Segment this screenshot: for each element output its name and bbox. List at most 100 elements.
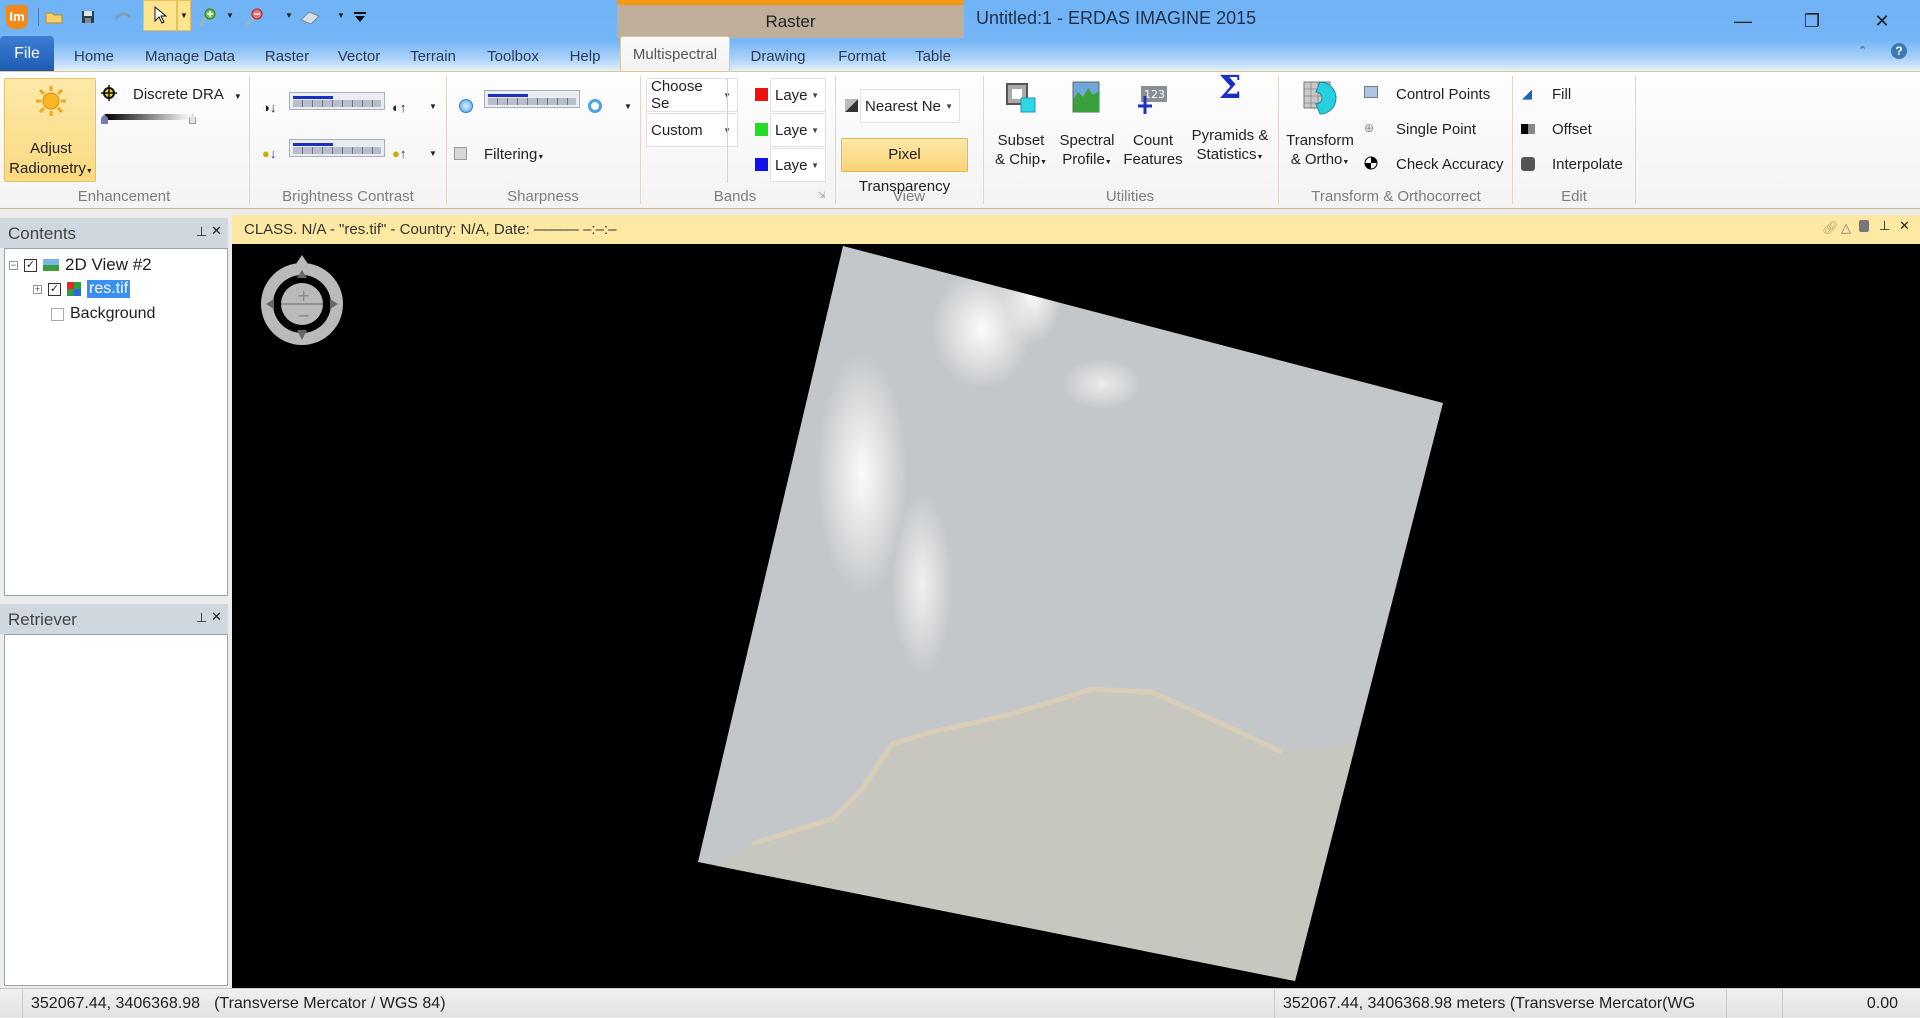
control-points-button[interactable]: Control Points bbox=[1396, 86, 1490, 103]
count-features-button[interactable]: 123 Count Features bbox=[1122, 78, 1184, 188]
pin-icon[interactable]: ⊥ bbox=[1879, 218, 1890, 234]
interpolate-icon bbox=[1521, 157, 1535, 171]
pixel-transparency-button[interactable]: Pixel Transparency bbox=[841, 138, 968, 195]
close-viewer-icon[interactable]: ✕ bbox=[1899, 218, 1910, 234]
tab-multispectral[interactable]: Multispectral bbox=[620, 36, 730, 72]
subset-chip-button[interactable]: Subset & Chip▼ bbox=[990, 78, 1052, 188]
contrast-increase-icon[interactable]: ◐↑ bbox=[392, 100, 406, 115]
cursor-coordinates: 352067.44, 3406368.98 bbox=[31, 994, 201, 1012]
group-label-utilities: Utilities bbox=[1105, 188, 1155, 205]
close-button[interactable]: ✕ bbox=[1860, 6, 1904, 36]
open-folder-icon[interactable] bbox=[42, 4, 66, 30]
single-point-button[interactable]: Single Point bbox=[1396, 121, 1476, 138]
tab-toolbox[interactable]: Toolbox bbox=[478, 40, 548, 72]
sensor-select-dropdown[interactable]: Choose Se▼ bbox=[646, 78, 738, 112]
expand-icon[interactable]: + bbox=[33, 284, 42, 294]
select-dropdown-icon[interactable]: ▼ bbox=[177, 0, 191, 31]
dra-mode-dropdown[interactable]: Discrete DRA ▼ bbox=[133, 86, 242, 103]
pin-icon[interactable]: ⊥ bbox=[196, 224, 207, 240]
pan-up-icon[interactable] bbox=[296, 255, 308, 264]
link-icon[interactable]: 🔗︎ bbox=[1822, 220, 1839, 236]
viewer-classification-text: CLASS. N/A - "res.tif" - Country: N/A, D… bbox=[244, 221, 617, 238]
tab-home[interactable]: Home bbox=[64, 40, 124, 72]
window-title: Untitled:1 - ERDAS IMAGINE 2015 bbox=[976, 8, 1257, 28]
checkbox-2d-view[interactable]: ✓ bbox=[24, 258, 37, 272]
tab-terrain[interactable]: Terrain bbox=[402, 40, 464, 72]
contrast-dropdown-icon[interactable]: ▼ bbox=[429, 102, 437, 111]
tab-drawing[interactable]: Drawing bbox=[740, 40, 816, 72]
filtering-dropdown[interactable]: Filtering▼ bbox=[484, 146, 544, 163]
tree-item-2d-view[interactable]: − ✓ 2D View #2 bbox=[9, 255, 152, 275]
minimize-button[interactable]: — bbox=[1721, 6, 1765, 36]
checkbox-res-tif[interactable]: ✓ bbox=[48, 282, 61, 296]
tab-manage-data[interactable]: Manage Data bbox=[136, 40, 244, 72]
zoom-out-icon[interactable] bbox=[243, 4, 267, 30]
status-empty-cell bbox=[1726, 989, 1782, 1018]
sharpness-dropdown-icon[interactable]: ▼ bbox=[624, 102, 632, 111]
zoom-in-icon[interactable] bbox=[196, 4, 220, 30]
collapse-icon[interactable]: − bbox=[9, 260, 18, 270]
contrast-decrease-icon[interactable]: ◑↓ bbox=[262, 100, 276, 115]
bands-dialog-launcher-icon[interactable]: ⇲ bbox=[818, 190, 826, 201]
tree-item-background[interactable]: Background bbox=[51, 305, 155, 323]
group-label-brightness-contrast: Brightness Contrast bbox=[282, 188, 414, 205]
navigation-control[interactable]: + − bbox=[252, 254, 352, 354]
pin-icon[interactable]: ⊥ bbox=[196, 610, 207, 626]
brightness-dropdown-icon[interactable]: ▼ bbox=[429, 149, 437, 158]
check-accuracy-button[interactable]: Check Accuracy bbox=[1396, 156, 1504, 173]
tab-file[interactable]: File bbox=[0, 36, 54, 72]
interpolate-button[interactable]: Interpolate bbox=[1552, 156, 1623, 173]
sharpness-increase-icon[interactable] bbox=[588, 99, 602, 113]
warning-icon[interactable]: △ bbox=[1841, 220, 1851, 236]
select-pointer-button[interactable] bbox=[143, 0, 177, 31]
offset-button[interactable]: Offset bbox=[1552, 121, 1592, 138]
eraser-dropdown-icon[interactable]: ▼ bbox=[337, 11, 345, 20]
context-tab-group-raster: Raster bbox=[617, 0, 964, 38]
tab-raster[interactable]: Raster bbox=[258, 40, 316, 72]
fill-icon: ◢ bbox=[1522, 86, 1532, 101]
customize-toolbar-icon[interactable] bbox=[348, 4, 372, 30]
close-panel-icon[interactable]: ✕ bbox=[211, 223, 222, 239]
spectral-profile-button[interactable]: Spectral Profile▼ bbox=[1055, 78, 1119, 188]
band-combination-dropdown[interactable]: Custom▼ bbox=[646, 113, 738, 147]
undo-icon[interactable] bbox=[110, 4, 134, 30]
zoom-out-dropdown-icon[interactable]: ▼ bbox=[285, 11, 293, 20]
save-icon[interactable] bbox=[76, 4, 100, 30]
red-layer-dropdown[interactable]: Laye ▼ bbox=[770, 78, 826, 112]
sharpness-slider[interactable] bbox=[484, 90, 580, 108]
brightness-increase-icon[interactable]: ●↑ bbox=[392, 146, 406, 161]
green-layer-dropdown[interactable]: Laye ▼ bbox=[770, 113, 826, 147]
zoom-out-nav-icon[interactable]: − bbox=[297, 306, 310, 325]
tab-vector[interactable]: Vector bbox=[330, 40, 388, 72]
fill-button[interactable]: Fill bbox=[1552, 86, 1571, 103]
transform-ortho-label-2: & Ortho bbox=[1290, 151, 1343, 168]
lock-icon[interactable] bbox=[1859, 220, 1869, 232]
pyramids-statistics-button[interactable]: Σ Pyramids & Statistics▼ bbox=[1187, 71, 1273, 188]
close-panel-icon[interactable]: ✕ bbox=[211, 609, 222, 625]
zoom-in-dropdown-icon[interactable]: ▼ bbox=[226, 11, 234, 20]
resample-method-dropdown[interactable]: Nearest Ne ▼ bbox=[860, 89, 960, 123]
help-icon[interactable]: ? bbox=[1891, 43, 1907, 59]
map-viewer-canvas[interactable]: + − bbox=[232, 244, 1920, 988]
transform-ortho-button[interactable]: Transform & Ortho▼ bbox=[1282, 78, 1358, 188]
blue-layer-dropdown[interactable]: Laye ▼ bbox=[770, 148, 826, 182]
tab-help[interactable]: Help bbox=[560, 40, 610, 72]
tree-item-res-tif[interactable]: + ✓ res.tif bbox=[33, 280, 131, 298]
dra-stretch-slider[interactable] bbox=[101, 112, 197, 124]
tab-format[interactable]: Format bbox=[828, 40, 896, 72]
tab-table[interactable]: Table bbox=[906, 40, 960, 72]
checkbox-background[interactable] bbox=[51, 307, 64, 321]
brightness-decrease-icon[interactable]: ●↓ bbox=[262, 146, 276, 161]
eraser-icon[interactable] bbox=[298, 4, 322, 30]
group-separator bbox=[1635, 76, 1636, 204]
zoom-in-nav-icon[interactable]: + bbox=[297, 286, 310, 305]
restore-button[interactable]: ❐ bbox=[1790, 6, 1834, 36]
app-logo[interactable]: Im bbox=[6, 5, 28, 29]
contrast-slider[interactable] bbox=[289, 92, 385, 110]
sharpness-decrease-icon[interactable] bbox=[459, 99, 473, 113]
brightness-slider[interactable] bbox=[289, 139, 385, 157]
collapse-ribbon-icon[interactable]: ⌃ bbox=[1858, 44, 1867, 57]
adjust-radiometry-button[interactable]: Adjust Radiometry▼ bbox=[4, 78, 96, 182]
resample-icon bbox=[845, 99, 858, 112]
group-separator bbox=[446, 76, 447, 204]
